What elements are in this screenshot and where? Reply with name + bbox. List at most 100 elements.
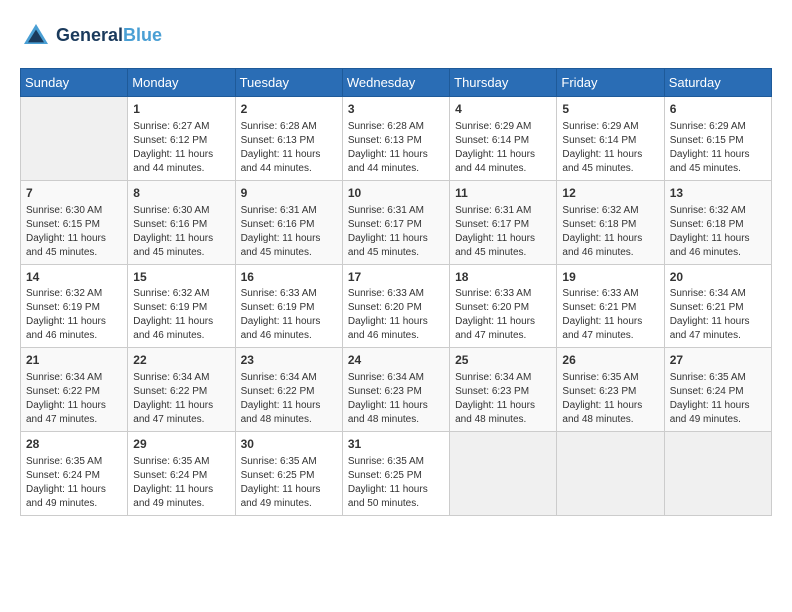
calendar-cell: 11 Sunrise: 6:31 AMSunset: 6:17 PMDayligh…	[450, 180, 557, 264]
calendar-week-row: 21 Sunrise: 6:34 AMSunset: 6:22 PMDayligh…	[21, 348, 772, 432]
calendar-cell: 23Sunrise: 6:34 AMSunset: 6:22 PMDayligh…	[235, 348, 342, 432]
calendar-cell: 3 Sunrise: 6:28 AMSunset: 6:13 PMDaylight…	[342, 97, 449, 181]
calendar-cell: 14Sunrise: 6:32 AMSunset: 6:19 PMDayligh…	[21, 264, 128, 348]
calendar-cell: 19Sunrise: 6:33 AMSunset: 6:21 PMDayligh…	[557, 264, 664, 348]
calendar-cell: 28 Sunrise: 6:35 AMSunset: 6:24 PMDayligh…	[21, 432, 128, 516]
calendar-cell: 25 Sunrise: 6:34 AMSunset: 6:23 PMDayligh…	[450, 348, 557, 432]
day-number: 29	[133, 436, 229, 453]
calendar-cell: 15Sunrise: 6:32 AMSunset: 6:19 PMDayligh…	[128, 264, 235, 348]
day-detail: Sunrise: 6:32 AMSunset: 6:19 PMDaylight:…	[26, 287, 122, 343]
calendar-cell: 8 Sunrise: 6:30 AMSunset: 6:16 PMDaylight…	[128, 180, 235, 264]
day-detail: Sunrise: 6:35 AMSunset: 6:24 PMDaylight:…	[133, 455, 229, 511]
calendar-cell: 22 Sunrise: 6:34 AMSunset: 6:22 PMDayligh…	[128, 348, 235, 432]
day-detail: Sunrise: 6:34 AMSunset: 6:22 PMDaylight:…	[133, 371, 229, 427]
day-number: 13	[670, 185, 766, 202]
weekday-header: Monday	[128, 69, 235, 97]
day-detail: Sunrise: 6:31 AMSunset: 6:16 PMDaylight:…	[241, 204, 337, 260]
day-detail: Sunrise: 6:31 AMSunset: 6:17 PMDaylight:…	[348, 204, 444, 260]
weekday-header: Friday	[557, 69, 664, 97]
calendar-cell: 20Sunrise: 6:34 AMSunset: 6:21 PMDayligh…	[664, 264, 771, 348]
calendar-cell: 18Sunrise: 6:33 AMSunset: 6:20 PMDayligh…	[450, 264, 557, 348]
day-detail: Sunrise: 6:30 AMSunset: 6:15 PMDaylight:…	[26, 204, 122, 260]
page-header: GeneralBlue	[20, 20, 772, 52]
day-number: 8	[133, 185, 229, 202]
calendar-cell: 13 Sunrise: 6:32 AMSunset: 6:18 PMDayligh…	[664, 180, 771, 264]
day-detail: Sunrise: 6:29 AMSunset: 6:14 PMDaylight:…	[562, 120, 658, 176]
calendar-cell: 2 Sunrise: 6:28 AMSunset: 6:13 PMDaylight…	[235, 97, 342, 181]
day-number: 18	[455, 269, 551, 286]
calendar-week-row: 1 Sunrise: 6:27 AMSunset: 6:12 PMDaylight…	[21, 97, 772, 181]
day-number: 10	[348, 185, 444, 202]
day-number: 6	[670, 101, 766, 118]
calendar-cell: 27 Sunrise: 6:35 AMSunset: 6:24 PMDayligh…	[664, 348, 771, 432]
day-detail: Sunrise: 6:33 AMSunset: 6:20 PMDaylight:…	[455, 287, 551, 343]
day-detail: Sunrise: 6:30 AMSunset: 6:16 PMDaylight:…	[133, 204, 229, 260]
day-detail: Sunrise: 6:32 AMSunset: 6:18 PMDaylight:…	[670, 204, 766, 260]
day-detail: Sunrise: 6:34 AMSunset: 6:22 PMDaylight:…	[241, 371, 337, 427]
day-detail: Sunrise: 6:33 AMSunset: 6:20 PMDaylight:…	[348, 287, 444, 343]
day-number: 4	[455, 101, 551, 118]
day-detail: Sunrise: 6:35 AMSunset: 6:23 PMDaylight:…	[562, 371, 658, 427]
calendar-week-row: 28 Sunrise: 6:35 AMSunset: 6:24 PMDayligh…	[21, 432, 772, 516]
day-number: 14	[26, 269, 122, 286]
calendar-table: SundayMondayTuesdayWednesdayThursdayFrid…	[20, 68, 772, 516]
day-number: 12	[562, 185, 658, 202]
calendar-cell: 29 Sunrise: 6:35 AMSunset: 6:24 PMDayligh…	[128, 432, 235, 516]
day-number: 1	[133, 101, 229, 118]
calendar-cell: 24Sunrise: 6:34 AMSunset: 6:23 PMDayligh…	[342, 348, 449, 432]
day-detail: Sunrise: 6:34 AMSunset: 6:22 PMDaylight:…	[26, 371, 122, 427]
calendar-cell	[664, 432, 771, 516]
calendar-cell: 9 Sunrise: 6:31 AMSunset: 6:16 PMDaylight…	[235, 180, 342, 264]
day-number: 27	[670, 352, 766, 369]
day-number: 16	[241, 269, 337, 286]
day-detail: Sunrise: 6:35 AMSunset: 6:25 PMDaylight:…	[348, 455, 444, 511]
logo: GeneralBlue	[20, 20, 162, 52]
calendar-cell	[450, 432, 557, 516]
day-number: 21	[26, 352, 122, 369]
day-number: 3	[348, 101, 444, 118]
day-number: 25	[455, 352, 551, 369]
day-number: 26	[562, 352, 658, 369]
calendar-cell	[21, 97, 128, 181]
day-number: 20	[670, 269, 766, 286]
day-number: 11	[455, 185, 551, 202]
day-number: 22	[133, 352, 229, 369]
calendar-cell: 12 Sunrise: 6:32 AMSunset: 6:18 PMDayligh…	[557, 180, 664, 264]
day-detail: Sunrise: 6:34 AMSunset: 6:23 PMDaylight:…	[455, 371, 551, 427]
day-detail: Sunrise: 6:32 AMSunset: 6:19 PMDaylight:…	[133, 287, 229, 343]
day-detail: Sunrise: 6:28 AMSunset: 6:13 PMDaylight:…	[241, 120, 337, 176]
day-number: 7	[26, 185, 122, 202]
calendar-cell: 4 Sunrise: 6:29 AMSunset: 6:14 PMDaylight…	[450, 97, 557, 181]
day-detail: Sunrise: 6:32 AMSunset: 6:18 PMDaylight:…	[562, 204, 658, 260]
day-number: 9	[241, 185, 337, 202]
calendar-cell: 1 Sunrise: 6:27 AMSunset: 6:12 PMDaylight…	[128, 97, 235, 181]
day-detail: Sunrise: 6:28 AMSunset: 6:13 PMDaylight:…	[348, 120, 444, 176]
weekday-header: Saturday	[664, 69, 771, 97]
day-detail: Sunrise: 6:27 AMSunset: 6:12 PMDaylight:…	[133, 120, 229, 176]
day-detail: Sunrise: 6:29 AMSunset: 6:14 PMDaylight:…	[455, 120, 551, 176]
day-detail: Sunrise: 6:35 AMSunset: 6:24 PMDaylight:…	[670, 371, 766, 427]
day-number: 2	[241, 101, 337, 118]
day-number: 28	[26, 436, 122, 453]
day-detail: Sunrise: 6:31 AMSunset: 6:17 PMDaylight:…	[455, 204, 551, 260]
day-detail: Sunrise: 6:35 AMSunset: 6:24 PMDaylight:…	[26, 455, 122, 511]
calendar-cell: 21 Sunrise: 6:34 AMSunset: 6:22 PMDayligh…	[21, 348, 128, 432]
calendar-week-row: 14Sunrise: 6:32 AMSunset: 6:19 PMDayligh…	[21, 264, 772, 348]
day-detail: Sunrise: 6:35 AMSunset: 6:25 PMDaylight:…	[241, 455, 337, 511]
logo-text: GeneralBlue	[56, 26, 162, 46]
day-number: 24	[348, 352, 444, 369]
calendar-cell: 16Sunrise: 6:33 AMSunset: 6:19 PMDayligh…	[235, 264, 342, 348]
calendar-cell: 31 Sunrise: 6:35 AMSunset: 6:25 PMDayligh…	[342, 432, 449, 516]
calendar-cell: 6Sunrise: 6:29 AMSunset: 6:15 PMDaylight…	[664, 97, 771, 181]
weekday-header: Sunday	[21, 69, 128, 97]
calendar-week-row: 7 Sunrise: 6:30 AMSunset: 6:15 PMDaylight…	[21, 180, 772, 264]
calendar-cell: 17Sunrise: 6:33 AMSunset: 6:20 PMDayligh…	[342, 264, 449, 348]
calendar-cell: 10 Sunrise: 6:31 AMSunset: 6:17 PMDayligh…	[342, 180, 449, 264]
calendar-cell: 30Sunrise: 6:35 AMSunset: 6:25 PMDayligh…	[235, 432, 342, 516]
day-header-row: SundayMondayTuesdayWednesdayThursdayFrid…	[21, 69, 772, 97]
day-number: 31	[348, 436, 444, 453]
day-number: 5	[562, 101, 658, 118]
weekday-header: Thursday	[450, 69, 557, 97]
day-detail: Sunrise: 6:33 AMSunset: 6:19 PMDaylight:…	[241, 287, 337, 343]
day-number: 17	[348, 269, 444, 286]
